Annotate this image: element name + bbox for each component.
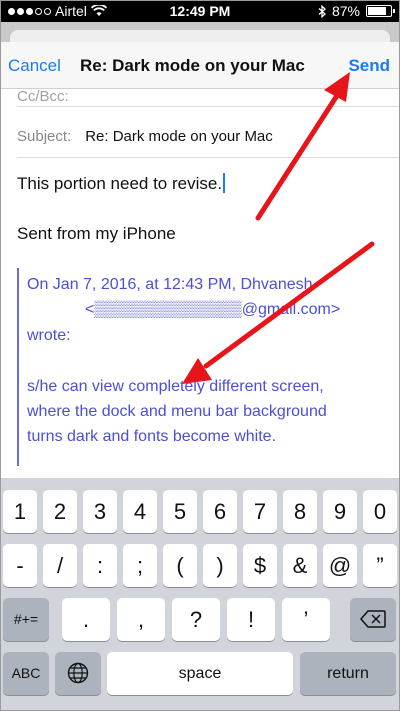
body-line: This portion need to revise. bbox=[17, 174, 223, 193]
more-symbols-key[interactable]: #+= bbox=[3, 598, 49, 641]
quote-body-line: s/he can view completely different scree… bbox=[27, 378, 324, 395]
backspace-icon bbox=[360, 610, 386, 628]
ccbcc-field[interactable]: Cc/Bcc: bbox=[17, 88, 69, 104]
delete-key[interactable] bbox=[350, 598, 396, 641]
key-apostrophe[interactable]: ’ bbox=[282, 598, 330, 641]
status-bar: Airtel 12:49 PM 87% bbox=[0, 0, 400, 22]
globe-key[interactable] bbox=[55, 652, 101, 695]
globe-icon bbox=[67, 662, 89, 684]
key-0[interactable]: 0 bbox=[363, 490, 397, 533]
subject-label: Subject: bbox=[17, 128, 72, 145]
quote-email: <▒▒▒▒▒▒▒▒▒▒▒▒▒@gmail.com> bbox=[85, 301, 341, 318]
key-dollar[interactable]: $ bbox=[243, 544, 277, 587]
bluetooth-icon bbox=[318, 4, 326, 18]
key-slash[interactable]: / bbox=[43, 544, 77, 587]
annotation-arrow-send bbox=[255, 72, 350, 221]
quote-body-line: where the dock and menu bar background bbox=[27, 403, 327, 420]
key-1[interactable]: 1 bbox=[3, 490, 37, 533]
space-key[interactable]: space bbox=[107, 652, 293, 695]
quote-body-line: turns dark and fonts become white. bbox=[27, 428, 277, 445]
key-ampersand[interactable]: & bbox=[283, 544, 317, 587]
key-open-paren[interactable]: ( bbox=[163, 544, 197, 587]
message-body[interactable]: This portion need to revise. bbox=[17, 173, 226, 194]
key-semicolon[interactable]: ; bbox=[123, 544, 157, 587]
key-at[interactable]: @ bbox=[323, 544, 357, 587]
key-close-paren[interactable]: ) bbox=[203, 544, 237, 587]
divider bbox=[17, 106, 400, 107]
battery-percent: 87% bbox=[331, 3, 360, 19]
key-exclamation[interactable]: ! bbox=[227, 598, 275, 641]
compose-nav-bar: Cancel Re: Dark mode on your Mac Send bbox=[0, 42, 400, 89]
battery-icon bbox=[366, 5, 395, 17]
key-7[interactable]: 7 bbox=[243, 490, 277, 533]
signature-text: Sent from my iPhone bbox=[17, 224, 176, 243]
text-cursor bbox=[223, 173, 226, 193]
send-button[interactable]: Send bbox=[348, 56, 390, 76]
key-4[interactable]: 4 bbox=[123, 490, 157, 533]
stacked-sheet-edge bbox=[10, 30, 390, 42]
key-period[interactable]: . bbox=[62, 598, 110, 641]
quote-header-line: wrote: bbox=[27, 327, 71, 344]
quoted-message: On Jan 7, 2016, at 12:43 PM, Dhvanesh <▒… bbox=[17, 268, 379, 466]
key-quote[interactable]: ” bbox=[363, 544, 397, 587]
key-question[interactable]: ? bbox=[172, 598, 220, 641]
key-5[interactable]: 5 bbox=[163, 490, 197, 533]
key-9[interactable]: 9 bbox=[323, 490, 357, 533]
key-8[interactable]: 8 bbox=[283, 490, 317, 533]
key-3[interactable]: 3 bbox=[83, 490, 117, 533]
cancel-button[interactable]: Cancel bbox=[8, 56, 61, 76]
key-2[interactable]: 2 bbox=[43, 490, 77, 533]
key-6[interactable]: 6 bbox=[203, 490, 237, 533]
key-hyphen[interactable]: - bbox=[3, 544, 37, 587]
quote-header-line: On Jan 7, 2016, at 12:43 PM, Dhvanesh bbox=[27, 276, 313, 293]
subject-field[interactable]: Subject: Re: Dark mode on your Mac bbox=[17, 128, 273, 145]
return-key[interactable]: return bbox=[300, 652, 396, 695]
compose-title: Re: Dark mode on your Mac bbox=[80, 56, 305, 75]
subject-value: Re: Dark mode on your Mac bbox=[85, 128, 273, 145]
numeric-keyboard: 1 2 3 4 5 6 7 8 9 0 - / : ; ( ) $ & @ ” … bbox=[0, 478, 400, 711]
abc-key[interactable]: ABC bbox=[3, 652, 49, 695]
key-comma[interactable]: , bbox=[117, 598, 165, 641]
status-right: 87% bbox=[318, 3, 395, 19]
key-colon[interactable]: : bbox=[83, 544, 117, 587]
divider bbox=[17, 157, 400, 158]
